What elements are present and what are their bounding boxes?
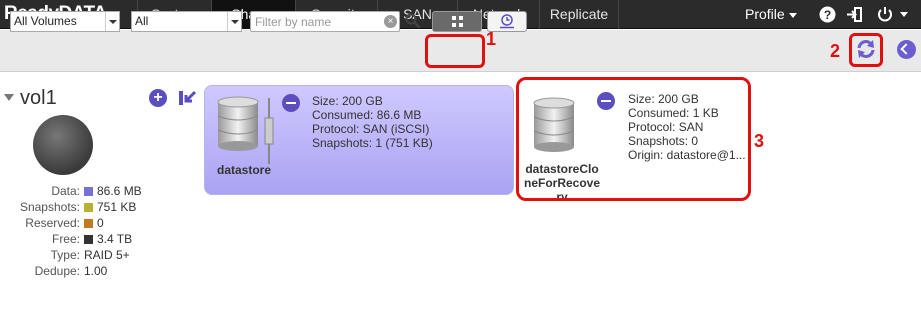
free-swatch (84, 235, 93, 244)
annotation-label-3: 3 (754, 131, 765, 151)
share-snapshots: Snapshots: 1 (751 KB) (312, 136, 433, 150)
volume-select-value: All Volumes (14, 14, 77, 28)
stat-row-free: Free: 3.4 TB (0, 232, 132, 246)
share-name: datastore (216, 163, 272, 177)
type-select[interactable]: All (131, 11, 242, 32)
snapshots-swatch (84, 203, 93, 212)
chevron-down-icon (105, 12, 119, 31)
stat-value: 751 KB (84, 200, 136, 214)
profile-label: Profile (745, 6, 785, 22)
refresh-icon[interactable] (855, 38, 877, 60)
filter-input[interactable] (250, 11, 400, 32)
annotation-label-1: 1 (486, 29, 497, 49)
profile-menu[interactable]: Profile (745, 0, 797, 29)
help-icon[interactable]: ? (819, 6, 836, 23)
remove-share-button[interactable] (282, 94, 300, 112)
annotation-label-2: 2 (830, 41, 841, 61)
chevron-down-icon (788, 12, 797, 18)
stat-label: Dedupe: (34, 264, 80, 278)
chevron-down-icon (227, 12, 241, 31)
tab-replicate[interactable]: Replicate (539, 0, 619, 29)
annotation-box-1 (425, 34, 485, 68)
type-select-value: All (135, 14, 149, 28)
stat-value: 1.00 (84, 264, 108, 278)
search-icon[interactable] (405, 13, 421, 29)
import-icon[interactable] (178, 89, 198, 107)
logout-icon[interactable] (846, 6, 864, 23)
annotation-box-3 (516, 77, 751, 201)
stat-label: Reserved: (25, 216, 80, 230)
iscsi-connection-icon (264, 98, 274, 164)
grid-view-button[interactable] (432, 11, 482, 32)
stat-row-type: Type: RAID 5+ (0, 248, 130, 262)
share-protocol: Protocol: SAN (iSCSI) (312, 122, 430, 136)
stat-row-dedupe: Dedupe: 1.00 (0, 264, 108, 278)
stat-row-reserved: Reserved: 0 (0, 216, 103, 230)
stat-value: 3.4 TB (84, 232, 132, 246)
stat-label: Snapshots: (19, 200, 80, 214)
data-swatch (84, 187, 93, 196)
collapse-volume-icon[interactable] (4, 94, 14, 101)
database-icon (217, 96, 259, 151)
power-icon[interactable] (876, 5, 894, 23)
timeline-view-icon (500, 14, 514, 29)
stat-value: 86.6 MB (84, 184, 142, 198)
stat-row-data: Data: 86.6 MB (0, 184, 141, 198)
clear-filter-icon[interactable]: × (384, 15, 397, 28)
stat-label: Data: (51, 184, 80, 198)
stat-label: Free: (51, 232, 80, 246)
collapse-panel-icon[interactable] (897, 40, 916, 59)
share-consumed: Consumed: 86.6 MB (312, 108, 422, 122)
stat-label: Type: (50, 248, 80, 262)
power-menu-chevron-icon[interactable] (900, 12, 908, 17)
share-size: Size: 200 GB (312, 94, 383, 108)
volume-disk-icon[interactable] (33, 115, 93, 175)
stat-value: RAID 5+ (84, 248, 130, 262)
stat-row-snapshots: Snapshots: 751 KB (0, 200, 136, 214)
svg-text:?: ? (824, 8, 831, 22)
stat-value: 0 (84, 216, 104, 230)
share-card-datastore[interactable]: datastore Size: 200 GB Consumed: 86.6 MB… (204, 85, 514, 195)
volume-name: vol1 (20, 87, 57, 109)
add-share-button[interactable]: + (149, 89, 167, 107)
volume-select[interactable]: All Volumes (10, 11, 120, 32)
reserved-swatch (84, 219, 93, 228)
